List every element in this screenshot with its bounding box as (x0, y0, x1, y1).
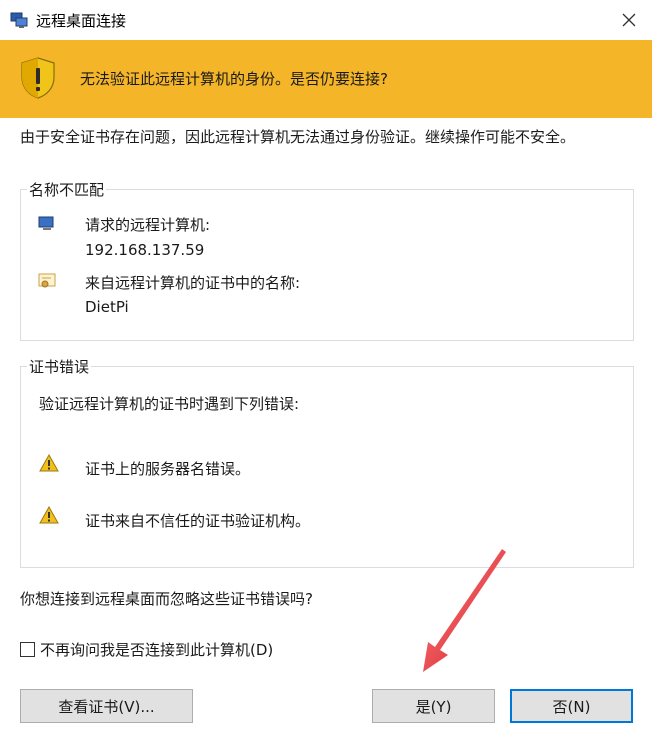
name-mismatch-group: 名称不匹配 请求的远程计算机: 192.168.137.59 来自远程计算机的证… (20, 179, 634, 341)
dont-ask-again-option[interactable]: 不再询问我是否连接到此计算机(D) (20, 639, 273, 660)
window-title: 远程桌面连接 (36, 12, 127, 30)
warning-banner: 无法验证此远程计算机的身份。是否仍要连接? (0, 40, 652, 118)
dont-ask-again-label[interactable]: 不再询问我是否连接到此计算机(D) (40, 639, 273, 660)
view-certificate-button[interactable]: 查看证书(V)... (20, 689, 193, 723)
close-icon (622, 13, 636, 27)
no-button[interactable]: 否(N) (510, 689, 633, 723)
yes-button[interactable]: 是(Y) (372, 689, 495, 723)
requested-computer-value: 192.168.137.59 (85, 241, 205, 259)
certificate-errors-group: 证书错误 验证远程计算机的证书时遇到下列错误: 证书上的服务器名错误。 证书来自… (20, 356, 634, 568)
title-bar: 远程桌面连接 (0, 0, 652, 40)
remote-desktop-icon (10, 12, 28, 28)
cert-errors-intro: 验证远程计算机的证书时遇到下列错误: (39, 395, 300, 413)
intro-text: 由于安全证书存在问题，因此远程计算机无法通过身份验证。继续操作可能不安全。 (20, 128, 576, 146)
warning-triangle-icon (39, 505, 59, 524)
requested-computer-label: 请求的远程计算机: (85, 216, 211, 234)
close-button[interactable] (606, 0, 652, 40)
group-legend: 名称不匹配 (27, 179, 107, 200)
cert-error-item: 证书上的服务器名错误。 (85, 460, 251, 478)
dont-ask-again-checkbox[interactable] (20, 642, 35, 657)
certificate-name-value: DietPi (85, 298, 129, 316)
certificate-icon (38, 273, 56, 288)
warning-shield-icon (21, 57, 55, 99)
warning-triangle-icon (39, 453, 59, 472)
group-legend: 证书错误 (27, 356, 92, 377)
computer-icon (38, 216, 54, 230)
certificate-name-label: 来自远程计算机的证书中的名称: (85, 274, 301, 292)
question-text: 你想连接到远程桌面而忽略这些证书错误吗? (20, 590, 313, 608)
banner-message: 无法验证此远程计算机的身份。是否仍要连接? (80, 70, 388, 88)
cert-error-item: 证书来自不信任的证书验证机构。 (85, 512, 311, 530)
